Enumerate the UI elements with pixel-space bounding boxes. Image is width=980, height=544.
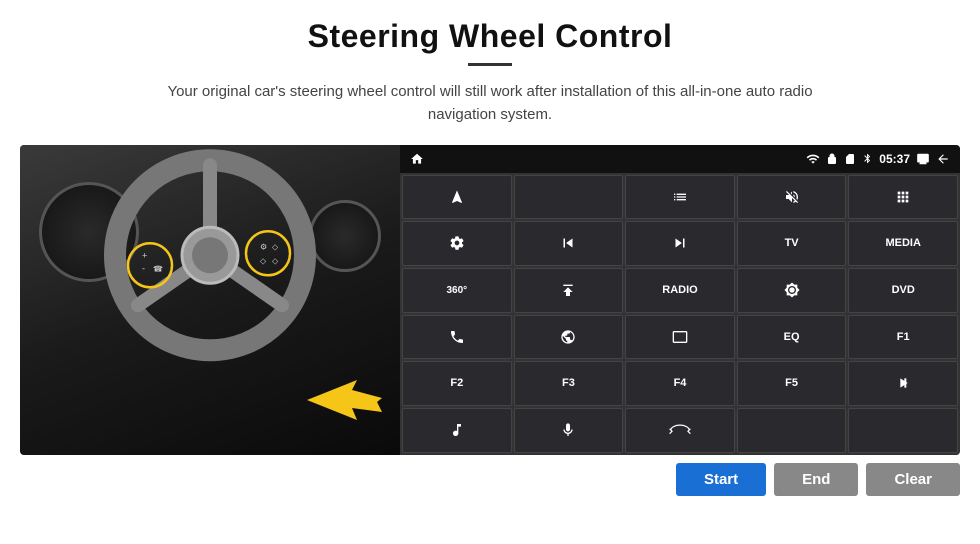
svg-text:◇: ◇ (260, 256, 267, 265)
status-left (410, 152, 424, 166)
back-status-icon (936, 152, 950, 166)
btn-empty1 (737, 408, 847, 453)
btn-media-label: MEDIA (885, 237, 920, 249)
btn-eq[interactable]: EQ (737, 315, 847, 360)
end-button[interactable]: End (774, 463, 858, 496)
btn-f4[interactable]: F4 (625, 361, 735, 406)
btn-apps[interactable] (848, 175, 958, 220)
subtitle: Your original car's steering wheel contr… (140, 80, 840, 127)
btn-f2-label: F2 (450, 377, 463, 389)
button-grid: TV MEDIA 360° RADIO D (400, 173, 960, 455)
btn-360cam[interactable]: 360° (402, 268, 512, 313)
wifi-status-icon (806, 152, 820, 166)
btn-screen[interactable] (625, 315, 735, 360)
status-right: 05:37 (806, 152, 950, 166)
btn-navigate[interactable] (402, 175, 512, 220)
btn-browse[interactable] (514, 315, 624, 360)
content-row: + - ☎ ⚙ ◇ ◇ ◇ (20, 145, 960, 455)
btn-tv-label: TV (785, 237, 799, 249)
btn-next[interactable] (625, 221, 735, 266)
btn-radio[interactable]: RADIO (625, 268, 735, 313)
btn-radio-label: RADIO (662, 284, 697, 296)
bottom-bar: Start End Clear (20, 455, 960, 500)
btn-eject[interactable] (514, 268, 624, 313)
mirror-status-icon (916, 152, 930, 166)
btn-phone[interactable] (402, 315, 512, 360)
btn-music[interactable] (402, 408, 512, 453)
page-container: Steering Wheel Control Your original car… (0, 0, 980, 544)
btn-mute[interactable] (737, 175, 847, 220)
btn-f3-label: F3 (562, 377, 575, 389)
btn-media[interactable]: MEDIA (848, 221, 958, 266)
sd-status-icon (844, 153, 856, 165)
btn-list[interactable] (625, 175, 735, 220)
status-time: 05:37 (879, 152, 910, 166)
btn-f5-label: F5 (785, 377, 798, 389)
btn-empty2 (848, 408, 958, 453)
home-status-icon (410, 152, 424, 166)
status-bar: 05:37 (400, 145, 960, 173)
svg-text:◇: ◇ (272, 242, 279, 251)
btn-mode[interactable] (514, 175, 624, 220)
btn-360-label: 360° (446, 285, 467, 296)
btn-eq-label: EQ (784, 331, 800, 343)
svg-text:+: + (142, 250, 147, 260)
btn-prev[interactable] (514, 221, 624, 266)
btn-brightness[interactable] (737, 268, 847, 313)
svg-text:☎: ☎ (153, 264, 163, 273)
start-button[interactable]: Start (676, 463, 766, 496)
page-title: Steering Wheel Control (308, 18, 673, 55)
svg-text:-: - (142, 263, 145, 273)
btn-f1-label: F1 (897, 331, 910, 343)
head-unit-panel: 05:37 (400, 145, 960, 455)
clear-button[interactable]: Clear (866, 463, 960, 496)
btn-playpause[interactable] (848, 361, 958, 406)
btn-dvd-label: DVD (892, 284, 915, 296)
title-divider (468, 63, 512, 66)
svg-text:⚙: ⚙ (260, 242, 267, 251)
bt-status-icon (862, 153, 873, 164)
btn-f4-label: F4 (674, 377, 687, 389)
svg-text:◇: ◇ (272, 256, 279, 265)
btn-f2[interactable]: F2 (402, 361, 512, 406)
btn-answer[interactable] (625, 408, 735, 453)
btn-f3[interactable]: F3 (514, 361, 624, 406)
btn-mic[interactable] (514, 408, 624, 453)
btn-f1[interactable]: F1 (848, 315, 958, 360)
steering-wheel-image: + - ☎ ⚙ ◇ ◇ ◇ (20, 145, 400, 455)
lock-status-icon (826, 153, 838, 165)
btn-f5[interactable]: F5 (737, 361, 847, 406)
btn-tv[interactable]: TV (737, 221, 847, 266)
btn-settings[interactable] (402, 221, 512, 266)
btn-dvd[interactable]: DVD (848, 268, 958, 313)
